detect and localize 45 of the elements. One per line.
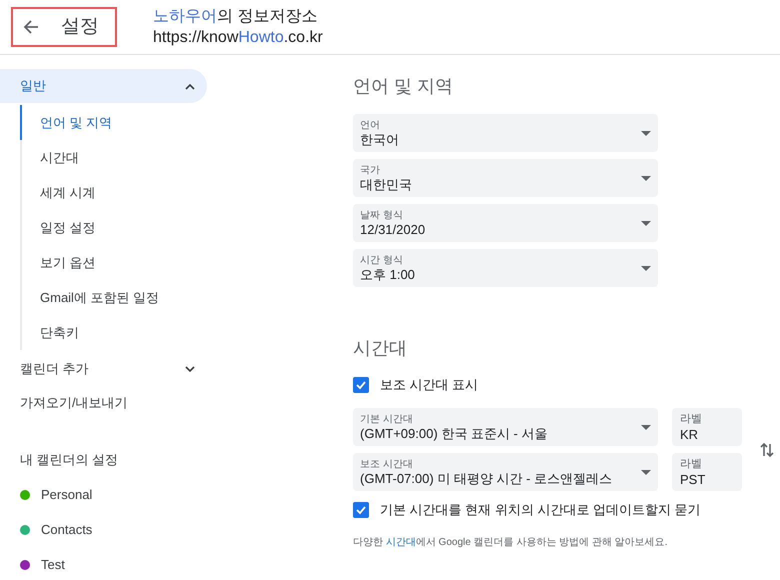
checkmark-icon [355,379,367,391]
checkbox-label: 기본 시간대를 현재 위치의 시간대로 업데이트할지 묻기 [380,501,701,520]
checkbox-label: 보조 시간대 표시 [380,376,478,394]
help-text: 다양한 시간대에서 Google 캘린더를 사용하는 방법에 관해 알아보세요. [353,536,668,550]
select-field[interactable]: 언어 한국어 [353,114,658,152]
sidebar-item[interactable]: 가져오기/내보내기 [0,386,207,420]
dropdown-caret-icon [641,176,651,180]
sidebar-item[interactable]: 일반 [0,69,207,103]
sidebar-subitem[interactable]: 보기 옵션 [20,245,207,280]
select-field[interactable]: 국가 대한민국 [353,159,658,197]
calendar-name[interactable]: Personal [41,484,92,504]
dropdown-caret-icon [641,470,651,474]
sidebar-item[interactable]: 캘린더 추가 [0,352,207,386]
sidebar-subitem[interactable]: 시간대 [20,140,207,175]
calendar-name[interactable]: Contacts [41,520,92,540]
page-title: 설정 [61,14,99,39]
dropdown-caret-icon [641,220,651,226]
chevron-down-icon [185,366,195,372]
calendar-name[interactable]: Test [41,554,65,574]
label-input-field[interactable]: 라벨 KR [672,408,742,446]
label-input-field[interactable]: 라벨 PST [672,453,742,491]
sidebar-subitem[interactable]: 단축키 [20,315,207,350]
dropdown-caret-icon [641,424,651,430]
select-field[interactable]: 기본 시간대 (GMT+09:00) 한국 표준시 - 서울 [353,408,658,446]
select-field[interactable]: 시간 형식 오후 1:00 [353,249,658,287]
select-field[interactable]: 보조 시간대 (GMT-07:00) 미 태평양 시간 - 로스앤젤레스 [353,453,658,491]
checkbox[interactable] [353,502,369,518]
sidebar-subitem[interactable]: 세계 시계 [20,175,207,210]
sidebar-subitem[interactable]: 일정 설정 [20,210,207,245]
swap-arrows-icon[interactable] [760,442,774,458]
section-heading: 내 캘린더의 설정 [19,450,120,469]
checkmark-icon [355,504,367,516]
section-heading: 시간대 [353,337,408,360]
site-url: https://knowHowto.co.kr [153,28,323,48]
site-name: 노하우어 의 정보저장소 [153,7,318,27]
checkbox[interactable] [353,377,369,393]
section-heading: 언어 및 지역 [353,75,454,98]
select-field[interactable]: 날짜 형식 12/31/2020 [353,204,658,242]
time-zone-link[interactable]: 시간대 [386,537,416,548]
back-arrow-icon[interactable] [23,19,39,35]
sidebar-subitem[interactable]: 언어 및 지역 [20,105,207,140]
sidebar-subitem[interactable]: Gmail에 포함된 일정 [20,280,207,315]
dropdown-caret-icon [641,266,651,270]
chevron-up-icon [185,82,195,90]
dropdown-caret-icon [641,130,651,136]
